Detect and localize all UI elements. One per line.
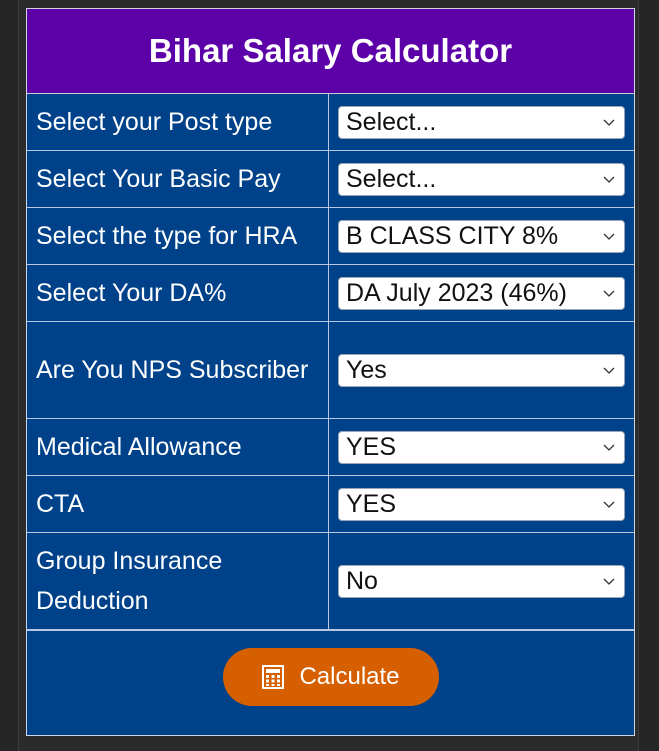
form-footer: Calculate bbox=[27, 630, 634, 735]
calculator-title: Bihar Salary Calculator bbox=[27, 9, 634, 94]
field-select[interactable]: B CLASS CITY 8% bbox=[338, 219, 625, 253]
field-select[interactable]: Select... bbox=[338, 162, 625, 196]
select-value: No bbox=[346, 566, 378, 595]
form-row: Group Insurance Deduction No bbox=[27, 532, 634, 630]
chevron-down-icon bbox=[603, 233, 615, 240]
chevron-down-icon bbox=[603, 444, 615, 451]
field-label: Select the type for HRA bbox=[27, 207, 329, 265]
form-row: Select Your DA% DA July 2023 (46%) bbox=[27, 264, 634, 322]
field-select[interactable]: YES bbox=[338, 430, 625, 464]
form-row: Are You NPS Subscriber Yes bbox=[27, 321, 634, 419]
chevron-down-icon bbox=[603, 578, 615, 585]
chevron-down-icon bbox=[603, 290, 615, 297]
form-row: CTA YES bbox=[27, 475, 634, 533]
chevron-down-icon bbox=[603, 119, 615, 126]
calculator-icon bbox=[262, 665, 285, 689]
form-row: Medical Allowance YES bbox=[27, 418, 634, 476]
salary-calculator: Bihar Salary Calculator Select your Post… bbox=[26, 8, 635, 736]
calculate-button[interactable]: Calculate bbox=[222, 648, 439, 706]
field-label: Select Your Basic Pay bbox=[27, 150, 329, 208]
select-value: Select... bbox=[346, 164, 437, 193]
field-select[interactable]: DA July 2023 (46%) bbox=[338, 276, 625, 310]
form-table: Select your Post type Select... Select You… bbox=[27, 94, 634, 630]
select-value: YES bbox=[346, 489, 397, 518]
calculate-label: Calculate bbox=[299, 663, 400, 690]
field-label: Select your Post type bbox=[27, 94, 329, 151]
select-value: B CLASS CITY 8% bbox=[346, 221, 559, 250]
field-label: Medical Allowance bbox=[27, 418, 329, 476]
field-label: CTA bbox=[27, 475, 329, 533]
field-label: Group Insurance Deduction bbox=[27, 532, 329, 630]
select-value: YES bbox=[346, 432, 397, 461]
right-gutter bbox=[638, 0, 659, 751]
field-select[interactable]: Yes bbox=[338, 353, 625, 387]
chevron-down-icon bbox=[603, 501, 615, 508]
field-select[interactable]: No bbox=[338, 564, 625, 598]
field-select[interactable]: YES bbox=[338, 487, 625, 521]
field-select[interactable]: Select... bbox=[338, 105, 625, 139]
form-row: Select your Post type Select... bbox=[27, 94, 634, 151]
select-value: Select... bbox=[346, 107, 437, 136]
select-value: DA July 2023 (46%) bbox=[346, 278, 567, 307]
chevron-down-icon bbox=[603, 367, 615, 374]
field-label: Are You NPS Subscriber bbox=[27, 321, 329, 419]
form-row: Select Your Basic Pay Select... bbox=[27, 150, 634, 208]
left-gutter bbox=[0, 0, 19, 751]
select-value: Yes bbox=[346, 355, 387, 384]
chevron-down-icon bbox=[603, 176, 615, 183]
form-row: Select the type for HRA B CLASS CITY 8% bbox=[27, 207, 634, 265]
field-label: Select Your DA% bbox=[27, 264, 329, 322]
